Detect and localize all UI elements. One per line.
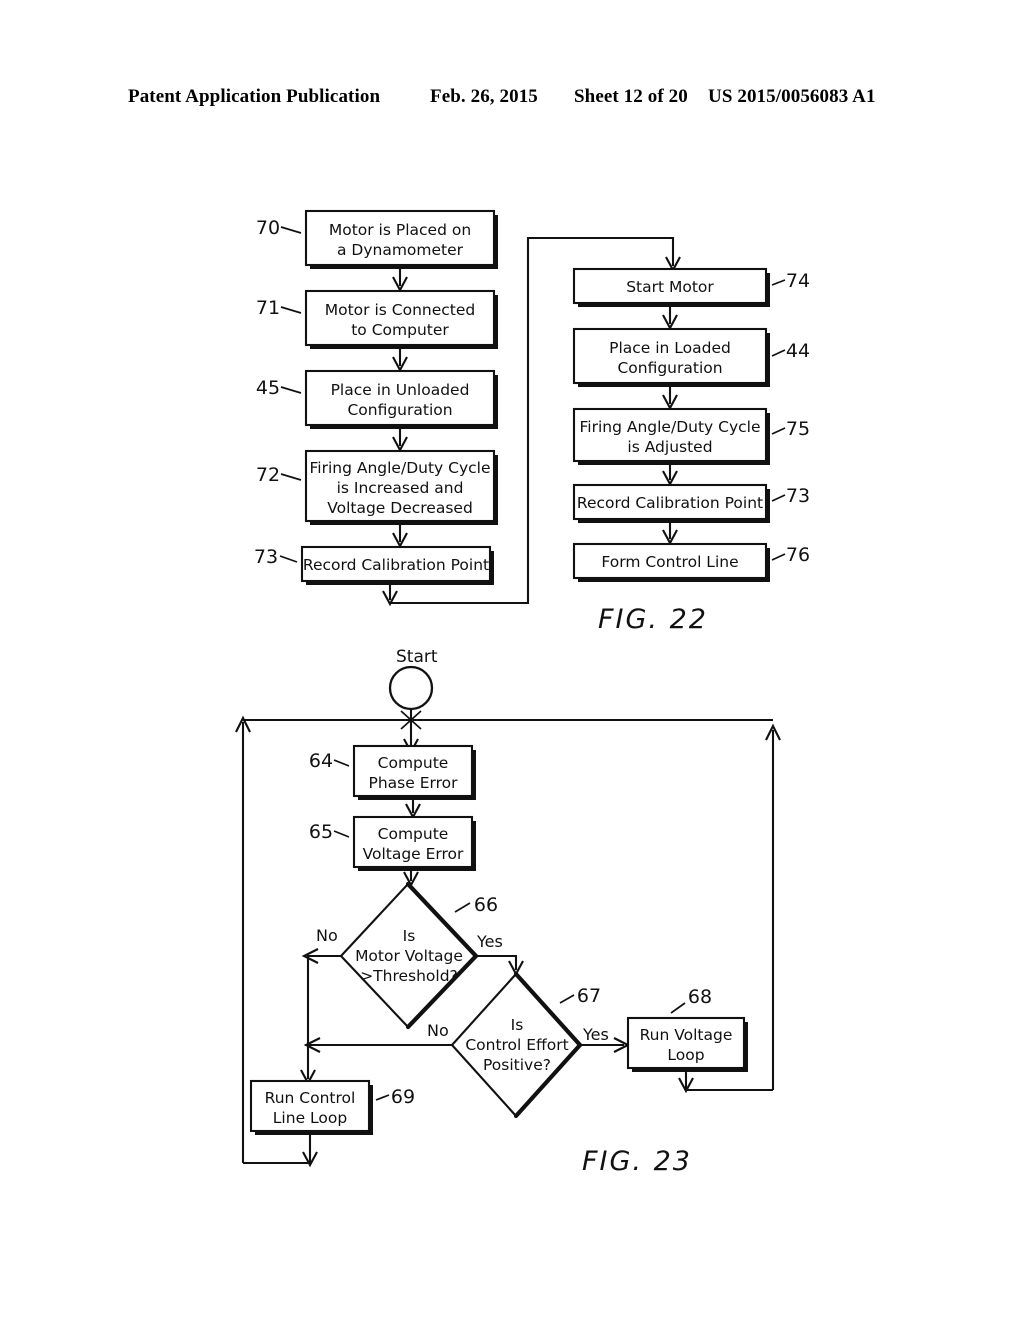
fig23-ref-66: 66 xyxy=(474,894,498,916)
fig23-ref-67: 67 xyxy=(577,985,601,1007)
fig23-box-64-line1: Compute xyxy=(378,754,449,772)
fig22-ref-76: 76 xyxy=(786,544,810,566)
fig23: Start Compute Phase Error 64 Compute Vol… xyxy=(235,647,781,1177)
fig22-box-44-line2: Configuration xyxy=(617,359,722,377)
patent-sheet-page: Patent Application Publication Feb. 26, … xyxy=(0,0,1024,1320)
fig23-box-64-line2: Phase Error xyxy=(369,774,459,792)
fig22-ref-70: 70 xyxy=(256,217,280,239)
fig22-box-44: Place in Loaded Configuration 44 xyxy=(572,327,810,387)
fig23-exit-69 xyxy=(243,1131,318,1168)
fig22-box-72-line3: Voltage Decreased xyxy=(327,499,473,517)
fig22-box-72: Firing Angle/Duty Cycle is Increased and… xyxy=(256,449,498,525)
fig22-box-73-right-line1: Record Calibration Point xyxy=(577,494,763,512)
fig23-box-68-line1: Run Voltage xyxy=(640,1026,733,1044)
fig22-box-71-line2: to Computer xyxy=(351,321,449,339)
fig23-box-68-line2: Loop xyxy=(667,1046,704,1064)
fig22-ref-45: 45 xyxy=(256,377,280,399)
fig22-ref-72: 72 xyxy=(256,464,280,486)
fig23-decision-67-line2: Control Effort xyxy=(465,1036,568,1054)
fig22-box-74: Start Motor 74 xyxy=(572,267,810,307)
fig23-box-65-line1: Compute xyxy=(378,825,449,843)
fig23-ref-69: 69 xyxy=(391,1086,415,1108)
fig23-ref-68: 68 xyxy=(688,986,712,1008)
fig23-decision-66: Is Motor Voltage >Threshold? 66 No Yes xyxy=(316,881,503,1030)
fig22-box-73-left-line1: Record Calibration Point xyxy=(303,556,489,574)
fig22-box-74-line1: Start Motor xyxy=(626,278,714,296)
fig23-start-label: Start xyxy=(396,647,438,667)
fig23-branch-67-no xyxy=(303,1037,452,1053)
fig22-label: FIG. 22 xyxy=(598,604,708,635)
fig22-ref-73-left: 73 xyxy=(254,546,278,568)
fig22-box-70-line1: Motor is Placed on xyxy=(329,221,471,239)
fig23-box-68: Run Voltage Loop 68 xyxy=(626,986,748,1072)
fig22-box-75: Firing Angle/Duty Cycle is Adjusted 75 xyxy=(572,407,810,465)
fig23-ref-64: 64 xyxy=(309,750,333,772)
fig22-box-45-line2: Configuration xyxy=(347,401,452,419)
fig22-box-75-line1: Firing Angle/Duty Cycle xyxy=(580,418,761,436)
fig22-ref-73-right: 73 xyxy=(786,485,810,507)
fig23-decision-66-no-label: No xyxy=(316,926,338,945)
fig23-branch-66-no xyxy=(300,948,341,1086)
fig22-right-column: Start Motor 74 Place in Loaded Configura… xyxy=(572,267,810,582)
fig23-decision-66-line2: Motor Voltage xyxy=(355,947,463,965)
fig23-label: FIG. 23 xyxy=(582,1146,692,1177)
fig22-box-72-line1: Firing Angle/Duty Cycle xyxy=(310,459,491,477)
fig22-box-45: Place in Unloaded Configuration 45 xyxy=(256,369,498,429)
fig22-ref-74: 74 xyxy=(786,270,810,292)
fig23-decision-67-line1: Is xyxy=(511,1016,524,1034)
fig22-ref-75: 75 xyxy=(786,418,810,440)
fig22-ref-71: 71 xyxy=(256,297,280,319)
fig22-box-75-line2: is Adjusted xyxy=(627,438,712,456)
fig23-box-65-line2: Voltage Error xyxy=(363,845,464,863)
fig23-decision-66-yes-label: Yes xyxy=(476,932,503,951)
fig23-decision-66-line1: Is xyxy=(403,927,416,945)
fig22-box-44-line1: Place in Loaded xyxy=(609,339,731,357)
fig22-box-70: Motor is Placed on a Dynamometer 70 xyxy=(256,209,498,269)
fig23-box-69-line1: Run Control xyxy=(265,1089,356,1107)
fig22-box-71-line1: Motor is Connected xyxy=(325,301,476,319)
fig23-box-65: Compute Voltage Error 65 xyxy=(309,815,476,871)
fig23-box-69-line2: Line Loop xyxy=(273,1109,347,1127)
fig22-box-73-right: Record Calibration Point 73 xyxy=(572,483,810,523)
fig22-box-72-line2: is Increased and xyxy=(337,479,464,497)
fig22-box-71: Motor is Connected to Computer 71 xyxy=(256,289,498,349)
fig22-box-73-left: Record Calibration Point 73 xyxy=(254,545,494,585)
fig22-box-76: Form Control Line 76 xyxy=(572,542,810,582)
fig23-decision-66-line3: >Threshold? xyxy=(360,967,458,985)
patent-drawing: Motor is Placed on a Dynamometer 70 Moto… xyxy=(235,209,810,1177)
fig22-box-70-line2: a Dynamometer xyxy=(337,241,464,259)
fig23-ref-65: 65 xyxy=(309,821,333,843)
fig23-start-circle xyxy=(388,665,434,711)
fig23-box-69: Run Control Line Loop 69 xyxy=(249,1079,415,1135)
fig22-box-45-line1: Place in Unloaded xyxy=(331,381,470,399)
fig23-decision-67-line3: Positive? xyxy=(483,1056,551,1074)
fig23-decision-67-yes-label: Yes xyxy=(582,1025,609,1044)
fig22-ref-44: 44 xyxy=(786,340,810,362)
fig22-box-76-line1: Form Control Line xyxy=(601,553,738,571)
fig23-box-64: Compute Phase Error 64 xyxy=(309,744,476,800)
fig23-branch-66-yes xyxy=(476,954,524,977)
fig23-decision-67-no-label: No xyxy=(427,1021,449,1040)
